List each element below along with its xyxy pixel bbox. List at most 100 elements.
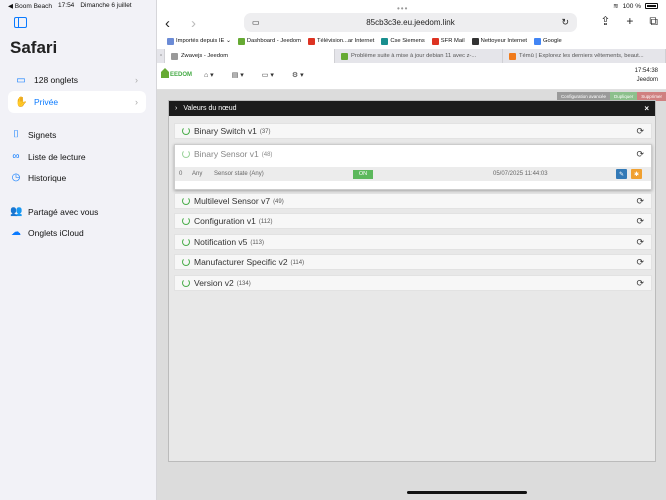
back-arrow-icon[interactable]: ‹ (165, 15, 170, 32)
sidebar-toggle-icon[interactable] (14, 17, 27, 28)
status-bar: ◀ Boom Beach 17:54 Dimanche 6 juillet ≋ … (0, 0, 666, 12)
tab-overview-icon[interactable]: ⧉ (649, 14, 658, 29)
modal-title: Valeurs du nœud (183, 105, 237, 112)
refresh-icon[interactable]: ⟳ (636, 126, 644, 137)
jeedom-clock: 17:54:38 Jeedom (635, 67, 658, 85)
user-name[interactable]: Jeedom (635, 76, 658, 85)
class-id: (134) (236, 281, 251, 287)
favicon-icon (509, 52, 516, 60)
status-circle-icon (182, 127, 190, 135)
close-icon[interactable]: × (644, 104, 649, 113)
analysis-menu[interactable]: ▤ ▾ (232, 71, 244, 79)
bookmark-item[interactable]: Télévision...ar Internet (307, 37, 374, 45)
wifi-icon: ≋ (613, 3, 619, 10)
command-class-row[interactable]: Configuration v1 (112) ⟳ (174, 213, 652, 229)
battery-percent: 100 % (622, 2, 641, 10)
favicon-icon (471, 37, 479, 45)
address-bar[interactable]: ▭ 85cb3c3e.eu.jeedom.link ↻ (244, 13, 577, 32)
sidebar-item-private[interactable]: ✋ Privée › (8, 91, 146, 113)
node-values-modal: › Valeurs du nœud × Binary Switch v1 (37… (168, 100, 656, 462)
refresh-icon[interactable]: ⟳ (636, 278, 644, 289)
command-class-header[interactable]: Binary Sensor v1 (48) ⟳ (175, 145, 651, 163)
refresh-icon[interactable]: ⟳ (636, 196, 644, 207)
jeedom-menus: ⌂ ▾ ▤ ▾ ▭ ▾ ⚙ ▾ (204, 71, 304, 79)
chevron-right-icon: › (135, 75, 138, 85)
class-id: (48) (261, 152, 273, 158)
bookmark-icon: ⌷ (13, 129, 19, 140)
people-icon: 👥 (10, 206, 23, 217)
command-class-row[interactable]: Multilevel Sensor v7 (49) ⟳ (174, 193, 652, 209)
settings-menu[interactable]: ⚙ ▾ (292, 71, 304, 79)
class-name: Version v2 (194, 278, 234, 288)
folder-icon (167, 37, 174, 45)
share-icon[interactable]: ⇪ (600, 14, 610, 29)
new-tab-icon[interactable]: + (626, 14, 633, 29)
sidebar-link-shared[interactable]: 👥 Partagé avec vous (10, 206, 98, 217)
bookmark-item[interactable]: SFR Mail (431, 37, 465, 45)
jeedom-navbar: EEDOM ⌂ ▾ ▤ ▾ ▭ ▾ ⚙ ▾ 17:54:38 Jeedom (157, 63, 666, 90)
command-class-row[interactable]: Manufacturer Specific v2 (114) ⟳ (174, 254, 652, 270)
sidebar-title: Safari (10, 38, 58, 57)
sidebar-link-label: Signets (28, 129, 57, 140)
tabs-icon: ▭ (16, 74, 26, 86)
sidebar-link-bookmarks[interactable]: ⌷ Signets (10, 129, 56, 140)
command-class-row[interactable]: Binary Switch v1 (37) ⟳ (174, 123, 652, 139)
reload-icon[interactable]: ↻ (561, 17, 569, 28)
favicon-icon (171, 52, 178, 60)
tab-forum[interactable]: Problème suite à mise à jour debian 11 a… (335, 49, 503, 63)
tab-close-icon[interactable]: ▫ (157, 49, 165, 63)
cloud-icon: ☁ (11, 227, 21, 238)
home-menu[interactable]: ⌂ ▾ (204, 71, 214, 79)
status-circle-icon (182, 279, 190, 287)
edit-icon[interactable]: ✎ (616, 169, 627, 179)
status-date: Dimanche 6 juillet (80, 2, 132, 9)
bookmarks-bar: Importés depuis IE ⌄ Dashboard - Jeedom … (157, 35, 666, 47)
tab-zwavejs[interactable]: Zwavejs - Jeedom (165, 49, 335, 63)
jeedom-favicon-icon (237, 37, 245, 45)
bookmark-item[interactable]: Google (534, 37, 562, 45)
refresh-icon[interactable]: ⟳ (636, 257, 644, 268)
back-to-app[interactable]: ◀ Boom Beach (8, 2, 52, 10)
favicon-icon (341, 52, 348, 60)
sidebar-link-label: Historique (28, 172, 67, 183)
safari-sidebar: Safari ▭ 128 onglets › ✋ Privée › ⌷ Sign… (0, 0, 157, 500)
forward-arrow-icon[interactable]: › (191, 15, 196, 32)
jeedom-logo[interactable]: EEDOM (161, 68, 192, 78)
home-indicator[interactable] (407, 491, 527, 494)
bookmark-item[interactable]: Dashboard - Jeedom (237, 37, 301, 45)
refresh-icon[interactable]: ⟳ (636, 149, 644, 160)
sidebar-item-tabs[interactable]: ▭ 128 onglets › (8, 69, 146, 91)
sidebar-link-reading-list[interactable]: ∞ Liste de lecture (10, 151, 86, 162)
favicon-icon (381, 37, 389, 45)
bookmark-item[interactable]: Cse Siemens (381, 37, 425, 45)
value-badge: ON (353, 169, 373, 179)
tab-temu[interactable]: Témū | Explorez les derniers vêtements, … (503, 49, 666, 63)
class-name: Binary Switch v1 (194, 126, 257, 136)
bookmark-item[interactable]: Nettoyeur Internet (471, 37, 527, 45)
status-circle-icon (182, 150, 190, 158)
house-logo-icon (161, 68, 169, 78)
toolbar-actions: ⇪ + ⧉ (600, 14, 658, 29)
tools-menu[interactable]: ▭ ▾ (262, 71, 274, 79)
refresh-icon[interactable]: ⟳ (636, 216, 644, 227)
modal-header: › Valeurs du nœud × (169, 101, 655, 116)
favicon-icon (307, 37, 315, 45)
command-class-expanded: Binary Sensor v1 (48) ⟳ 0 Any Sensor sta… (174, 144, 652, 190)
refresh-icon[interactable]: ⟳ (636, 237, 644, 248)
page-menu-icon[interactable]: ▭ (252, 18, 260, 27)
sidebar-link-label: Onglets iCloud (28, 227, 84, 238)
sidebar-link-label: Liste de lecture (28, 151, 86, 162)
sidebar-link-icloud[interactable]: ☁ Onglets iCloud (10, 227, 84, 238)
value-index: 0 (179, 171, 183, 177)
command-class-row[interactable]: Version v2 (134) ⟳ (174, 275, 652, 291)
wrench-icon[interactable]: ✱ (631, 169, 642, 179)
battery-icon (645, 3, 658, 9)
browser-toolbar: ‹ › ▭ 85cb3c3e.eu.jeedom.link ↻ ⇪ + ⧉ (157, 12, 666, 34)
value-date: 05/07/2025 11:44:03 (493, 171, 548, 177)
sidebar-link-history[interactable]: ◷ Historique (10, 172, 67, 183)
bookmark-item[interactable]: Importés depuis IE ⌄ (167, 37, 231, 45)
command-class-row[interactable]: Notification v5 (113) ⟳ (174, 234, 652, 250)
class-name: Binary Sensor v1 (194, 149, 259, 159)
url-text: 85cb3c3e.eu.jeedom.link (366, 18, 455, 27)
status-circle-icon (182, 217, 190, 225)
